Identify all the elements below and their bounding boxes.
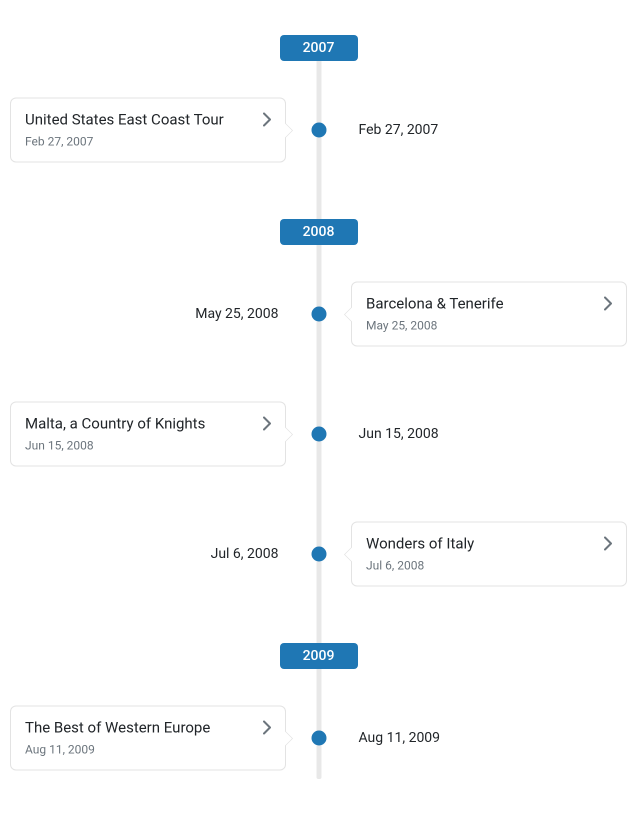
opposite-date: Jun 15, 2008 [359,426,439,442]
timeline-entry: The Best of Western Europe Aug 11, 2009 … [0,687,637,789]
opposite-date: May 25, 2008 [195,306,278,322]
opposite-date: Jul 6, 2008 [211,546,279,562]
timeline-dot [311,123,326,138]
opposite-date: Feb 27, 2007 [359,122,439,138]
card-title: Barcelona & Tenerife [366,295,504,313]
timeline-card[interactable]: Barcelona & Tenerife May 25, 2008 [351,282,627,347]
card-title: Malta, a Country of Knights [25,415,205,433]
year-badge-2007: 2007 [280,35,358,61]
card-date: Feb 27, 2007 [25,135,271,149]
opposite-date: Aug 11, 2009 [359,730,441,746]
timeline-entry: Malta, a Country of Knights Jun 15, 2008… [0,383,637,485]
timeline-dot [311,547,326,562]
timeline-card[interactable]: The Best of Western Europe Aug 11, 2009 [10,706,286,771]
timeline-entry: May 25, 2008 Barcelona & Tenerife May 25… [0,263,637,365]
card-date: Aug 11, 2009 [25,743,271,757]
timeline-entry: Jul 6, 2008 Wonders of Italy Jul 6, 2008 [0,503,637,605]
card-title: The Best of Western Europe [25,719,210,737]
card-date: May 25, 2008 [366,319,612,333]
card-date: Jul 6, 2008 [366,559,612,573]
chevron-right-icon [604,297,612,311]
timeline-card[interactable]: Wonders of Italy Jul 6, 2008 [351,522,627,587]
chevron-right-icon [263,113,271,127]
year-badge-2009: 2009 [280,643,358,669]
chevron-right-icon [604,537,612,551]
chevron-right-icon [263,417,271,431]
card-header: The Best of Western Europe [25,719,271,737]
timeline-card[interactable]: Malta, a Country of Knights Jun 15, 2008 [10,402,286,467]
card-date: Jun 15, 2008 [25,439,271,453]
card-title: Wonders of Italy [366,535,474,553]
card-header: Wonders of Italy [366,535,612,553]
timeline: 2007 United States East Coast Tour Feb 2… [0,0,637,814]
card-header: Malta, a Country of Knights [25,415,271,433]
card-header: United States East Coast Tour [25,111,271,129]
timeline-dot [311,731,326,746]
timeline-dot [311,307,326,322]
timeline-card[interactable]: United States East Coast Tour Feb 27, 20… [10,98,286,163]
card-title: United States East Coast Tour [25,111,224,129]
timeline-dot [311,427,326,442]
card-header: Barcelona & Tenerife [366,295,612,313]
year-badge-2008: 2008 [280,219,358,245]
chevron-right-icon [263,721,271,735]
timeline-entry: United States East Coast Tour Feb 27, 20… [0,79,637,181]
